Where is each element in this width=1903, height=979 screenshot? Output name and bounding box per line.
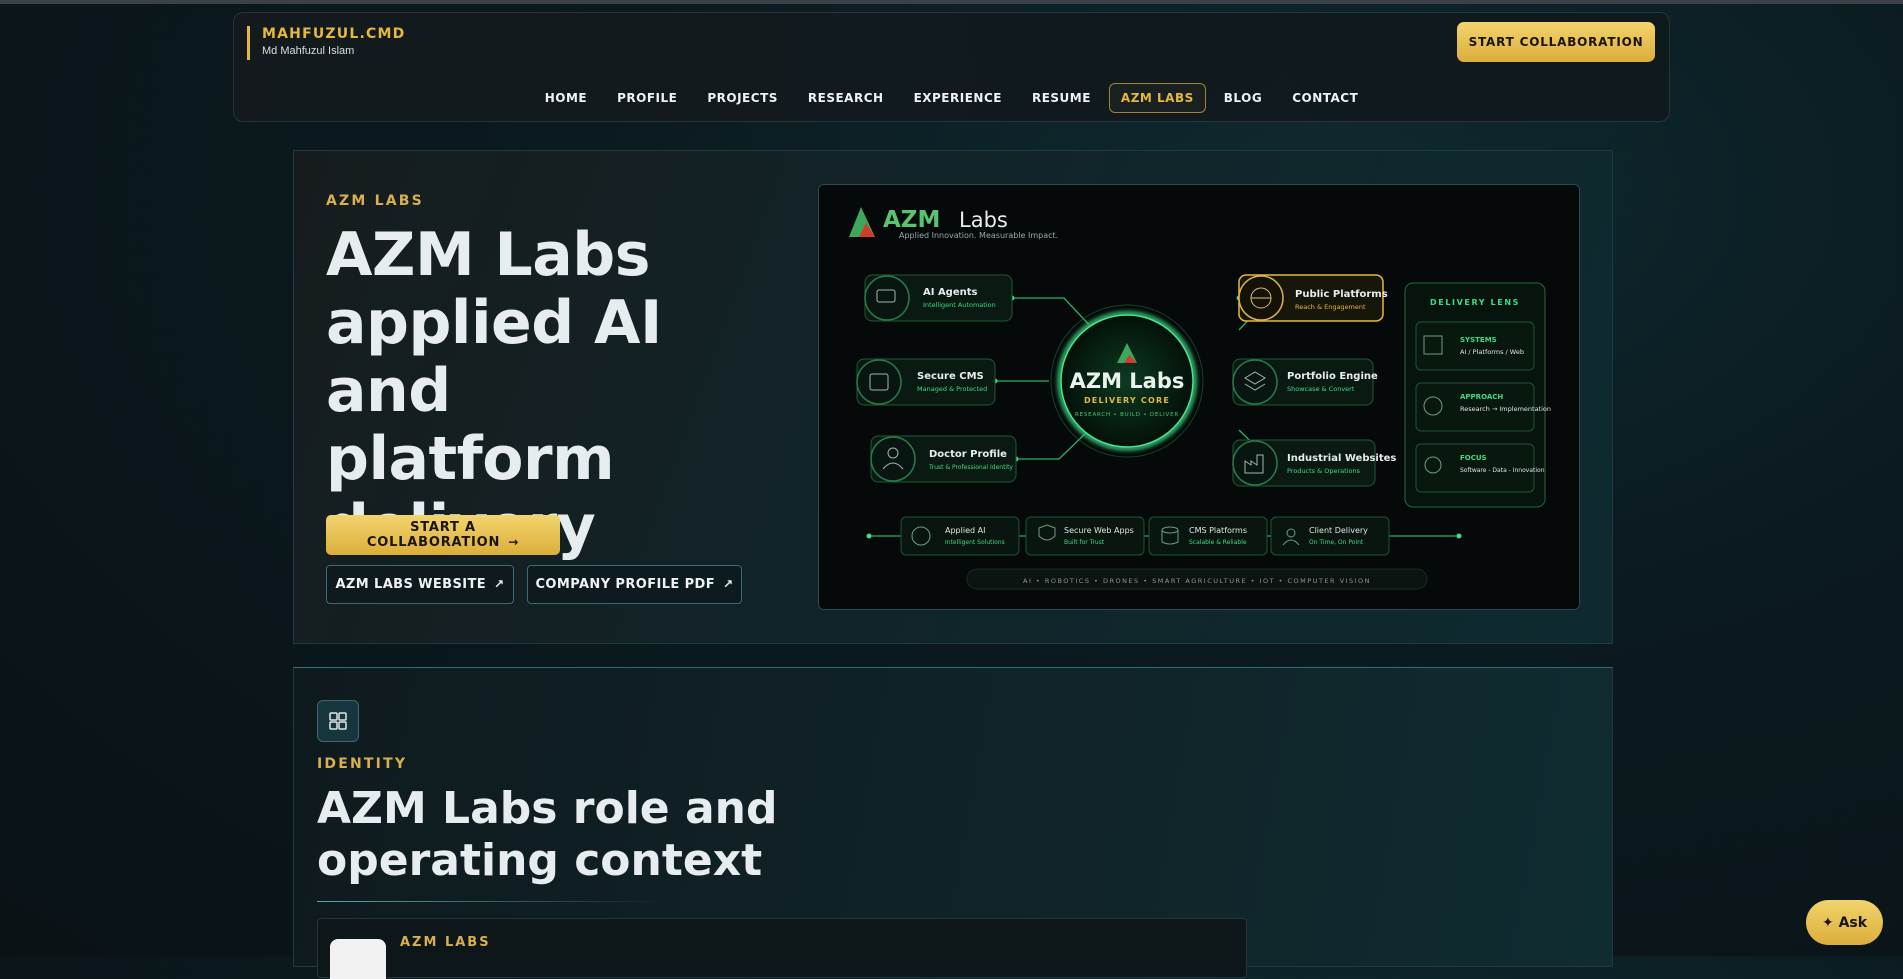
- domains-strip: AI • ROBOTICS • DRONES • SMART AGRICULTU…: [1023, 577, 1371, 585]
- nav-experience[interactable]: EXPERIENCE: [902, 83, 1014, 113]
- delivery-diagram: AZM Labs Applied Innovation. Measurable …: [819, 185, 1579, 609]
- identity-card: AZM LABS: [317, 918, 1247, 979]
- graphic-logo-light: Labs: [959, 208, 1008, 232]
- company-profile-pdf-label: COMPANY PROFILE PDF: [535, 577, 716, 592]
- node-subtitle: Showcase & Convert: [1287, 385, 1355, 393]
- identity-eyebrow: IDENTITY: [317, 756, 408, 772]
- node-subtitle: Intelligent Automation: [923, 301, 996, 309]
- cap-sub: Built for Trust: [1064, 539, 1105, 546]
- nav-home[interactable]: HOME: [533, 83, 599, 113]
- hero-title: AZM Labs applied AI and platform deliver…: [326, 220, 662, 561]
- cap-title: CMS Platforms: [1189, 526, 1247, 535]
- core-subtitle: DELIVERY CORE: [1084, 396, 1170, 405]
- node-subtitle: Managed & Protected: [917, 385, 987, 393]
- sparkle-icon: ✦: [1821, 914, 1834, 931]
- node-title: Portfolio Engine: [1287, 371, 1378, 382]
- nav-research[interactable]: RESEARCH: [796, 83, 896, 113]
- arrow-right-icon: →: [508, 535, 520, 549]
- external-link-icon: ↗: [494, 577, 505, 591]
- start-a-collaboration-button[interactable]: START A COLLABORATION →: [326, 515, 560, 555]
- lens-item-sub: Research → Implementation: [1460, 405, 1551, 413]
- cap-title: Client Delivery: [1309, 526, 1368, 535]
- lens-item-sub: Software - Data - Innovation: [1460, 467, 1545, 474]
- node-title: AI Agents: [923, 287, 978, 298]
- node-industrial-websites: Industrial Websites Products & Operation…: [1232, 439, 1396, 487]
- node-subtitle: Reach & Engagement: [1295, 303, 1366, 311]
- core-steps: RESEARCH • BUILD • DELIVER: [1075, 412, 1179, 418]
- lens-item-sub: AI / Platforms / Web: [1460, 348, 1524, 356]
- node-secure-cms: Secure CMS Managed & Protected: [856, 358, 996, 406]
- cap-title: Applied AI: [945, 526, 985, 535]
- node-subtitle: Trust & Professional Identity: [928, 464, 1013, 471]
- hero-eyebrow: AZM LABS: [326, 193, 424, 209]
- cap-sub: Scalable & Reliable: [1189, 539, 1247, 546]
- azm-labs-website-button[interactable]: AZM LABS WEBSITE ↗: [326, 565, 514, 604]
- azm-logo-icon: [330, 939, 386, 979]
- azm-labs-graphic: AZM Labs Applied Innovation. Measurable …: [818, 184, 1580, 610]
- cap-sub: On Time, On Point: [1309, 539, 1364, 546]
- cap-title: Secure Web Apps: [1064, 526, 1134, 535]
- start-collaboration-button[interactable]: START COLLABORATION: [1457, 22, 1655, 62]
- brand[interactable]: MAHFUZUL.CMD Md Mahfuzul Islam: [247, 26, 405, 60]
- grid-icon: [317, 700, 359, 742]
- start-a-collaboration-label: START A COLLABORATION: [366, 520, 501, 550]
- identity-section: IDENTITY AZM Labs role and operating con…: [293, 667, 1613, 979]
- lens-title: DELIVERY LENS: [1430, 298, 1520, 307]
- nav-blog[interactable]: BLOG: [1212, 83, 1274, 113]
- brand-subtitle: Md Mahfuzul Islam: [262, 45, 355, 57]
- site-header: MAHFUZUL.CMD Md Mahfuzul Islam START COL…: [233, 12, 1670, 122]
- nav-azm-labs[interactable]: AZM LABS: [1108, 83, 1206, 113]
- hero-section: AZM LABS AZM Labs applied AI and platfor…: [293, 150, 1613, 644]
- node-title: Secure CMS: [917, 371, 984, 382]
- node-ai-agents: AI Agents Intelligent Automation: [864, 274, 1013, 322]
- node-title: Industrial Websites: [1287, 453, 1396, 464]
- delivery-lens-panel: DELIVERY LENS SYSTEMS AI / Platforms / W…: [1404, 282, 1551, 508]
- lens-item-title: FOCUS: [1460, 454, 1487, 462]
- azm-labs-website-label: AZM LABS WEBSITE: [335, 577, 487, 592]
- lens-item-title: APPROACH: [1460, 393, 1503, 401]
- identity-title: AZM Labs role and operating context: [317, 783, 778, 886]
- core-title: AZM Labs: [1070, 369, 1185, 393]
- node-title: Public Platforms: [1295, 289, 1388, 300]
- ask-button[interactable]: ✦ Ask: [1806, 900, 1883, 945]
- nav-resume[interactable]: RESUME: [1020, 83, 1103, 113]
- main-nav: HOME PROFILE PROJECTS RESEARCH EXPERIENC…: [234, 83, 1669, 113]
- company-profile-pdf-button[interactable]: COMPANY PROFILE PDF ↗: [527, 565, 742, 604]
- node-title: Doctor Profile: [929, 449, 1007, 460]
- node-public-platforms: Public Platforms Reach & Engagement: [1238, 274, 1388, 322]
- cap-sub: Intelligent Solutions: [945, 539, 1005, 546]
- window-top-bar: [0, 0, 1903, 4]
- graphic-tagline: Applied Innovation. Measurable Impact.: [899, 231, 1058, 240]
- nav-projects[interactable]: PROJECTS: [695, 83, 790, 113]
- lens-item-title: SYSTEMS: [1460, 336, 1497, 344]
- node-doctor-profile: Doctor Profile Trust & Professional Iden…: [870, 435, 1017, 483]
- ask-label: Ask: [1838, 914, 1868, 931]
- node-subtitle: Products & Operations: [1287, 467, 1361, 475]
- brand-title: MAHFUZUL.CMD: [262, 26, 406, 42]
- node-portfolio-engine: Portfolio Engine Showcase & Convert: [1232, 358, 1378, 406]
- identity-card-label: AZM LABS: [400, 935, 491, 950]
- nav-profile[interactable]: PROFILE: [605, 83, 689, 113]
- external-link-icon: ↗: [723, 577, 734, 591]
- nav-contact[interactable]: CONTACT: [1280, 83, 1370, 113]
- title-underline: [317, 901, 667, 902]
- graphic-logo-bold: AZM: [883, 207, 940, 233]
